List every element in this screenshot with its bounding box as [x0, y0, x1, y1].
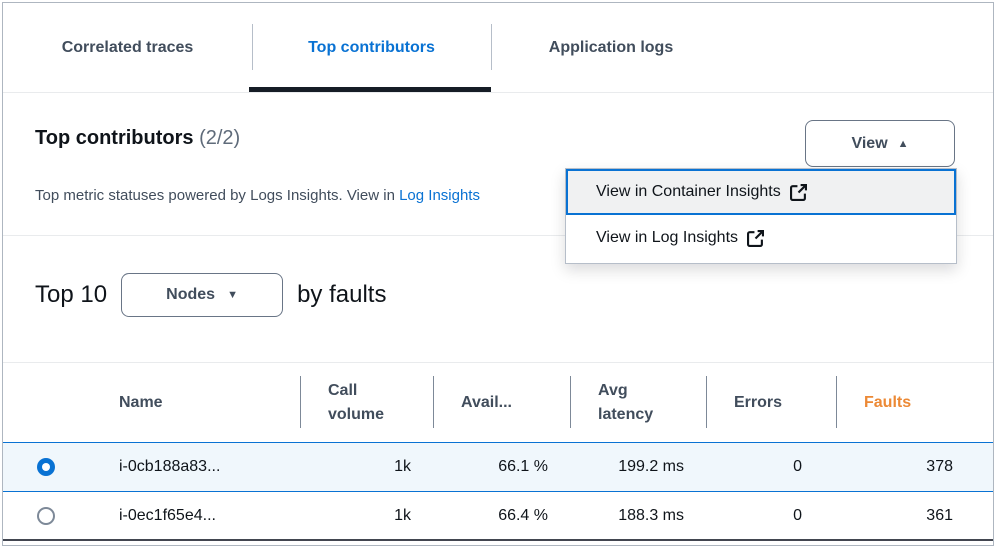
top-contributors-panel: Correlated traces Top contributors Appli…: [2, 2, 994, 546]
external-link-icon: [790, 184, 807, 201]
column-divider: [836, 376, 837, 428]
caret-down-icon: ▼: [227, 289, 238, 301]
column-divider: [706, 376, 707, 428]
column-header-errors[interactable]: Errors: [706, 391, 836, 415]
radio-selected[interactable]: [37, 458, 55, 476]
view-dropdown-button[interactable]: View ▲: [805, 120, 955, 167]
column-divider: [300, 376, 301, 428]
menu-item-view-container-insights[interactable]: View in Container Insights: [566, 169, 956, 215]
table-row[interactable]: i-0cb188a83... 1k 66.1 % 199.2 ms 0 378: [3, 442, 993, 492]
tab-label: Correlated traces: [62, 39, 194, 57]
section-title: Top contributors (2/2): [35, 127, 240, 150]
column-header-name[interactable]: Name: [101, 391, 300, 415]
column-divider: [570, 376, 571, 428]
cell-avg-latency: 199.2 ms: [570, 458, 706, 476]
cell-call-volume: 1k: [300, 458, 433, 476]
tab-top-contributors[interactable]: Top contributors: [252, 3, 491, 93]
tab-label: Top contributors: [308, 39, 435, 57]
cell-faults: 378: [836, 458, 989, 476]
active-tab-indicator: [249, 87, 491, 92]
menu-item-view-log-insights[interactable]: View in Log Insights: [566, 215, 956, 261]
menu-item-label: View in Log Insights: [596, 229, 738, 247]
sort-by-label: by faults: [297, 281, 386, 309]
cell-avg-latency: 188.3 ms: [570, 507, 706, 525]
row-select-cell: [3, 507, 101, 525]
cell-availability: 66.4 %: [433, 507, 570, 525]
caret-up-icon: ▲: [898, 138, 909, 150]
cell-availability: 66.1 %: [433, 458, 570, 476]
log-insights-link[interactable]: Log Insights: [399, 187, 480, 204]
tab-label: Application logs: [549, 39, 673, 57]
section-title-count: (2/2): [199, 127, 240, 149]
entity-type-label: Nodes: [166, 286, 215, 304]
cell-name: i-0cb188a83...: [101, 458, 300, 476]
menu-item-label: View in Container Insights: [596, 183, 781, 201]
radio-unselected[interactable]: [37, 507, 55, 525]
column-header-availability[interactable]: Avail...: [433, 391, 570, 415]
top-n-label: Top 10: [35, 281, 107, 309]
column-header-faults[interactable]: Faults: [836, 391, 989, 415]
entity-type-dropdown[interactable]: Nodes ▼: [121, 273, 283, 317]
section-description: Top metric statuses powered by Logs Insi…: [35, 187, 480, 204]
column-divider: [433, 376, 434, 428]
view-dropdown-menu: View in Container Insights View in Log I…: [565, 168, 957, 264]
table-header-row: Name Call volume Avail... Avg latency Er…: [3, 362, 993, 442]
cell-faults: 361: [836, 507, 989, 525]
external-link-icon: [747, 230, 764, 247]
row-select-cell: [3, 458, 101, 476]
top-contributors-controls: Top 10 Nodes ▼ by faults: [35, 273, 386, 317]
tab-bar: Correlated traces Top contributors Appli…: [3, 3, 993, 93]
tab-application-logs[interactable]: Application logs: [491, 3, 731, 93]
cell-name: i-0ec1f65e4...: [101, 507, 300, 525]
description-text: Top metric statuses powered by Logs Insi…: [35, 187, 399, 204]
view-button-label: View: [851, 135, 887, 153]
column-header-avg-latency[interactable]: Avg latency: [570, 379, 706, 427]
cell-errors: 0: [706, 507, 836, 525]
section-title-text: Top contributors: [35, 127, 194, 149]
table-row[interactable]: i-0ec1f65e4... 1k 66.4 % 188.3 ms 0 361: [3, 492, 993, 541]
cell-errors: 0: [706, 458, 836, 476]
tab-correlated-traces[interactable]: Correlated traces: [3, 3, 252, 93]
column-header-call-volume[interactable]: Call volume: [300, 379, 433, 427]
cell-call-volume: 1k: [300, 507, 433, 525]
